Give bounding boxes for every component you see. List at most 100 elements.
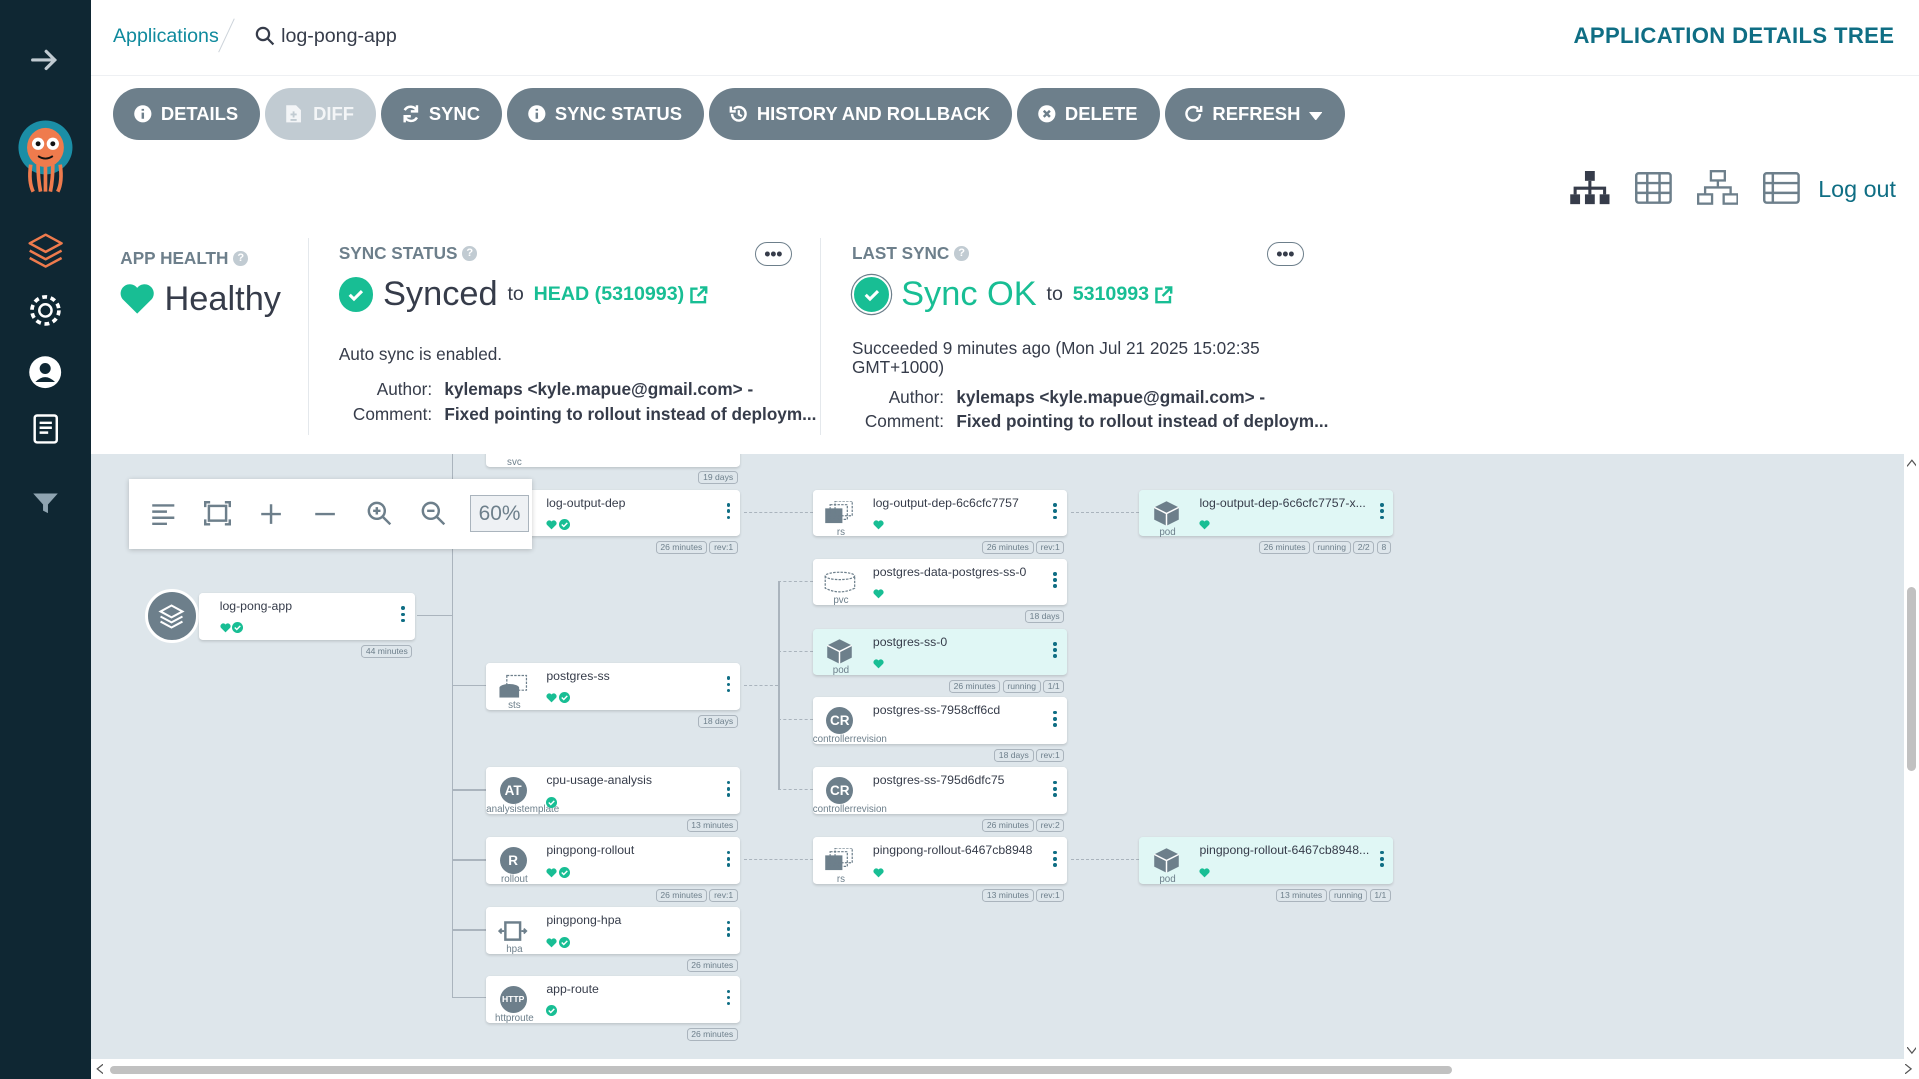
node-tag: 26 minutes: [982, 818, 1034, 832]
sync-status-button[interactable]: SYNC STATUS: [506, 88, 705, 140]
node-pod-log-output[interactable]: pod log-output-dep-6c6cfc7757-x... 26 mi…: [1139, 489, 1394, 555]
node-app-root[interactable]: log-pong-app 44 minutes: [198, 592, 415, 658]
node-menu-icon[interactable]: [401, 606, 406, 624]
replicaset-icon: [823, 843, 857, 877]
align-left-icon[interactable]: [141, 492, 185, 536]
node-status: [546, 791, 558, 814]
heart-icon: [120, 284, 155, 315]
node-menu-icon[interactable]: [1379, 850, 1384, 869]
last-sync-value: Sync OK to 5310993: [852, 274, 1174, 315]
sync-to-text: to: [507, 282, 524, 305]
vertical-scrollbar[interactable]: [1904, 454, 1919, 1060]
breadcrumb-app[interactable]: log-pong-app: [255, 25, 397, 48]
node-menu-icon[interactable]: [726, 780, 731, 799]
pods-grid-view-icon[interactable]: [1633, 169, 1675, 206]
argo-logo[interactable]: [0, 118, 91, 194]
help-icon[interactable]: ?: [462, 246, 478, 261]
pod-cube-icon: [823, 635, 857, 669]
node-menu-icon[interactable]: [1053, 780, 1058, 799]
node-name: pingpong-rollout-6467cb8948...: [1199, 843, 1370, 858]
statefulset-icon: [496, 669, 530, 703]
zoom-level-field[interactable]: 60%: [470, 495, 529, 533]
node-rs-log-output[interactable]: rs log-output-dep-6c6cfc7757 26 minutes r…: [812, 489, 1067, 555]
settings-gear-icon[interactable]: [0, 292, 91, 329]
delete-button[interactable]: DELETE: [1017, 88, 1160, 140]
panel-divider: [308, 238, 310, 435]
node-menu-icon[interactable]: [726, 676, 731, 694]
node-hpa[interactable]: hpa pingpong-hpa 26 minutes: [486, 907, 741, 972]
list-view-icon[interactable]: [1760, 169, 1802, 206]
horizontal-scrollbar[interactable]: [90, 1059, 1919, 1079]
node-rs-pingpong[interactable]: rs pingpong-rollout-6467cb8948 13 minute…: [812, 837, 1067, 902]
edge: [743, 511, 813, 513]
refresh-button[interactable]: REFRESH: [1164, 88, 1345, 140]
expand-plus-icon[interactable]: [249, 492, 293, 536]
node-menu-icon[interactable]: [726, 503, 731, 521]
user-info-icon[interactable]: [0, 355, 91, 389]
app-root-icon[interactable]: [144, 589, 199, 644]
node-menu-icon[interactable]: [1053, 642, 1058, 660]
heart-icon: [1199, 861, 1211, 884]
scroll-down-icon[interactable]: [1906, 1047, 1917, 1055]
panel-divider: [820, 238, 822, 435]
heart-icon: [546, 686, 557, 709]
comment-label: Comment:: [352, 403, 433, 424]
resource-tree-graph[interactable]: svc 19 days log-pong-app 44 minutes log-…: [90, 454, 1905, 1060]
details-button[interactable]: DETAILS: [112, 88, 261, 140]
help-icon[interactable]: ?: [954, 246, 969, 261]
history-rollback-button[interactable]: HISTORY AND ROLLBACK: [709, 88, 1013, 140]
node-menu-icon[interactable]: [726, 989, 731, 1008]
vertical-scroll-thumb[interactable]: [1906, 586, 1917, 771]
collapse-minus-icon[interactable]: [303, 492, 347, 536]
node-menu-icon[interactable]: [1053, 503, 1058, 521]
node-menu-icon[interactable]: [726, 920, 731, 939]
node-tag: 13 minutes: [982, 888, 1034, 902]
node-menu-icon[interactable]: [1053, 572, 1058, 590]
sync-status-more-button[interactable]: •••: [755, 241, 792, 267]
scroll-left-icon[interactable]: [95, 1064, 104, 1075]
external-link-icon: [690, 285, 708, 304]
node-menu-icon[interactable]: [1053, 710, 1058, 729]
filter-icon[interactable]: [0, 491, 91, 516]
node-controllerrevision-1[interactable]: CR controllerrevision postgres-ss-7958cf…: [812, 697, 1067, 762]
diff-button[interactable]: DIFF: [265, 88, 377, 140]
breadcrumb-applications[interactable]: Applications: [113, 25, 219, 48]
node-kind: controllerrevision: [812, 734, 887, 746]
logout-link[interactable]: Log out: [1818, 176, 1896, 203]
node-svc[interactable]: svc 19 days: [486, 454, 741, 485]
app-health-title: APP HEALTH?: [120, 248, 249, 269]
node-kind: httproute: [495, 1012, 534, 1024]
node-status: [1199, 513, 1211, 536]
horizontal-scroll-thumb[interactable]: [110, 1065, 1453, 1075]
last-sync-target-link[interactable]: 5310993: [1073, 283, 1174, 306]
zoom-in-icon[interactable]: [357, 492, 401, 536]
node-pod-postgres[interactable]: pod postgres-ss-0 26 minutes running 1/1: [812, 628, 1067, 694]
fit-to-screen-icon[interactable]: [195, 492, 239, 536]
applications-icon[interactable]: [0, 231, 91, 270]
sync-target-link[interactable]: HEAD (5310993): [534, 283, 709, 306]
sync-button[interactable]: SYNC: [380, 88, 503, 140]
documentation-icon[interactable]: [0, 413, 91, 447]
node-menu-icon[interactable]: [1053, 850, 1058, 869]
node-rollout[interactable]: R rollout pingpong-rollout 26 minutes rev…: [486, 837, 741, 902]
node-httproute[interactable]: HTTP httproute app-route 26 minutes: [486, 976, 741, 1041]
scroll-right-icon[interactable]: [1905, 1064, 1913, 1075]
node-pod-pingpong[interactable]: pod pingpong-rollout-6467cb8948... 13 mi…: [1139, 837, 1394, 902]
expand-arrow-icon[interactable]: [0, 44, 91, 76]
node-tag: 44 minutes: [361, 644, 413, 658]
last-sync-more-button[interactable]: •••: [1266, 241, 1304, 267]
node-sts[interactable]: sts postgres-ss 18 days: [486, 662, 741, 728]
node-menu-icon[interactable]: [726, 850, 731, 869]
pvc-icon: [823, 565, 857, 599]
help-icon[interactable]: ?: [233, 251, 249, 266]
tree-view-icon[interactable]: [1569, 169, 1611, 206]
node-controllerrevision-2[interactable]: CR controllerrevision postgres-ss-795d6d…: [812, 767, 1067, 832]
node-pvc[interactable]: pvc postgres-data-postgres-ss-0 18 days: [812, 558, 1067, 624]
node-analysistemplate[interactable]: AT analysistemplate cpu-usage-analysis 1…: [486, 767, 741, 832]
zoom-out-icon[interactable]: [411, 492, 455, 536]
hpa-icon: [496, 913, 530, 947]
scroll-up-icon[interactable]: [1906, 459, 1917, 467]
node-menu-icon[interactable]: [1379, 503, 1384, 521]
network-view-icon[interactable]: [1696, 169, 1739, 206]
edge: [743, 685, 779, 686]
